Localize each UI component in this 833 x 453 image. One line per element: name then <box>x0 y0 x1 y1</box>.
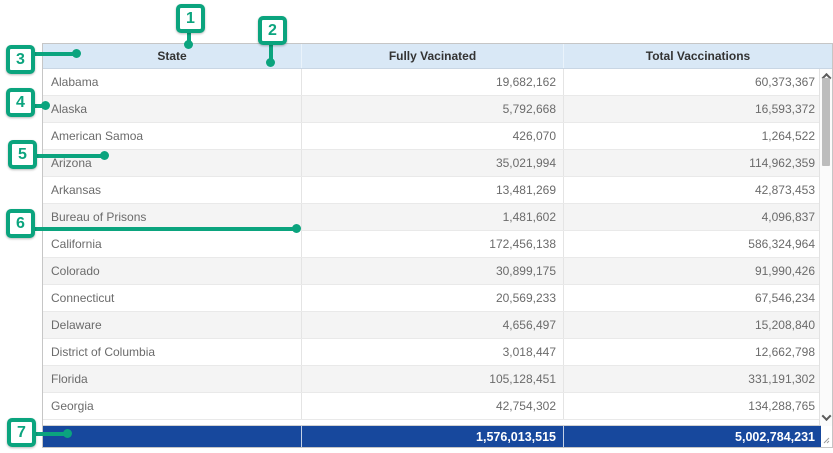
screen: State Fully Vacinated Total Vaccinations… <box>0 0 833 453</box>
callout-1: 1 <box>176 4 205 33</box>
cell-total-vaccinations: 12,662,798 <box>564 339 821 365</box>
summary-cell-total-vaccinations: 5,002,784,231 <box>564 426 821 447</box>
cell-fully-vaccinated: 3,018,447 <box>302 339 564 365</box>
table-row[interactable]: District of Columbia3,018,44712,662,798 <box>43 339 821 366</box>
vertical-scrollbar[interactable] <box>819 69 832 426</box>
table-row[interactable]: Arizona35,021,994114,962,359 <box>43 150 821 177</box>
column-header-state[interactable]: State <box>43 44 302 68</box>
callout-3-connector <box>35 52 77 56</box>
cell-state: Colorado <box>43 258 302 284</box>
cell-total-vaccinations: 586,324,964 <box>564 231 821 257</box>
data-table: State Fully Vacinated Total Vaccinations… <box>42 43 833 448</box>
cell-state: Arkansas <box>43 177 302 203</box>
table-row[interactable]: Alaska5,792,66816,593,372 <box>43 96 821 123</box>
column-header-fully-vaccinated[interactable]: Fully Vacinated <box>302 44 564 68</box>
cell-total-vaccinations: 91,990,426 <box>564 258 821 284</box>
column-header-total-vaccinations[interactable]: Total Vaccinations <box>564 44 832 68</box>
callout-1-dot <box>184 40 193 49</box>
table-row[interactable]: Florida105,128,451331,191,302 <box>43 366 821 393</box>
cell-fully-vaccinated: 5,792,668 <box>302 96 564 122</box>
resize-grip-icon[interactable] <box>823 437 830 444</box>
cell-total-vaccinations: 15,208,840 <box>564 312 821 338</box>
table-row[interactable]: Georgia42,754,302134,288,765 <box>43 393 821 420</box>
chevron-down-icon <box>821 411 831 421</box>
callout-4-dot <box>41 101 50 110</box>
callout-2-dot <box>266 58 275 67</box>
cell-total-vaccinations: 16,593,372 <box>564 96 821 122</box>
cell-total-vaccinations: 1,264,522 <box>564 123 821 149</box>
callout-5-connector <box>37 154 105 158</box>
cell-state: Alabama <box>43 69 302 95</box>
cell-state: District of Columbia <box>43 339 302 365</box>
cell-fully-vaccinated: 19,682,162 <box>302 69 564 95</box>
callout-3-dot <box>72 49 81 58</box>
callout-4: 4 <box>6 88 35 117</box>
cell-state: California <box>43 231 302 257</box>
cell-fully-vaccinated: 30,899,175 <box>302 258 564 284</box>
summary-cell-fully-vaccinated: 1,576,013,515 <box>302 426 564 447</box>
cell-total-vaccinations: 134,288,765 <box>564 393 821 419</box>
cell-fully-vaccinated: 42,754,302 <box>302 393 564 419</box>
table-body: Alabama19,682,16260,373,367Alaska5,792,6… <box>43 69 832 426</box>
callout-7-dot <box>63 429 72 438</box>
table-row[interactable]: Arkansas13,481,26942,873,453 <box>43 177 821 204</box>
callout-5-dot <box>100 151 109 160</box>
cell-total-vaccinations: 60,373,367 <box>564 69 821 95</box>
cell-fully-vaccinated: 35,021,994 <box>302 150 564 176</box>
cell-fully-vaccinated: 1,481,602 <box>302 204 564 230</box>
summary-cell-state <box>43 426 302 447</box>
cell-state: Georgia <box>43 393 302 419</box>
scrollbar-thumb[interactable] <box>822 78 830 166</box>
cell-fully-vaccinated: 20,569,233 <box>302 285 564 311</box>
cell-total-vaccinations: 114,962,359 <box>564 150 821 176</box>
cell-state: Florida <box>43 366 302 392</box>
callout-6: 6 <box>6 209 35 238</box>
cell-fully-vaccinated: 4,656,497 <box>302 312 564 338</box>
callout-6-dot <box>292 224 301 233</box>
table-header-row: State Fully Vacinated Total Vaccinations <box>43 44 832 69</box>
table-row[interactable]: Colorado30,899,17591,990,426 <box>43 258 821 285</box>
table-row[interactable]: Delaware4,656,49715,208,840 <box>43 312 821 339</box>
callout-3: 3 <box>6 45 35 74</box>
callout-6-connector <box>35 227 297 231</box>
callout-2: 2 <box>258 16 287 45</box>
cell-state: Alaska <box>43 96 302 122</box>
table-row[interactable]: Connecticut20,569,23367,546,234 <box>43 285 821 312</box>
cell-fully-vaccinated: 172,456,138 <box>302 231 564 257</box>
table-row[interactable]: Alabama19,682,16260,373,367 <box>43 69 821 96</box>
cell-fully-vaccinated: 13,481,269 <box>302 177 564 203</box>
summary-row: 1,576,013,515 5,002,784,231 <box>43 425 821 447</box>
table-row[interactable]: California172,456,138586,324,964 <box>43 231 821 258</box>
callout-7: 7 <box>7 418 36 447</box>
cell-state: Delaware <box>43 312 302 338</box>
cell-total-vaccinations: 42,873,453 <box>564 177 821 203</box>
cell-total-vaccinations: 4,096,837 <box>564 204 821 230</box>
cell-fully-vaccinated: 105,128,451 <box>302 366 564 392</box>
scroll-down-button[interactable] <box>820 410 832 424</box>
table-row[interactable]: American Samoa426,0701,264,522 <box>43 123 821 150</box>
callout-5: 5 <box>8 140 37 169</box>
cell-total-vaccinations: 67,546,234 <box>564 285 821 311</box>
cell-state: Connecticut <box>43 285 302 311</box>
cell-state: American Samoa <box>43 123 302 149</box>
cell-total-vaccinations: 331,191,302 <box>564 366 821 392</box>
table-rows: Alabama19,682,16260,373,367Alaska5,792,6… <box>43 69 821 420</box>
cell-fully-vaccinated: 426,070 <box>302 123 564 149</box>
